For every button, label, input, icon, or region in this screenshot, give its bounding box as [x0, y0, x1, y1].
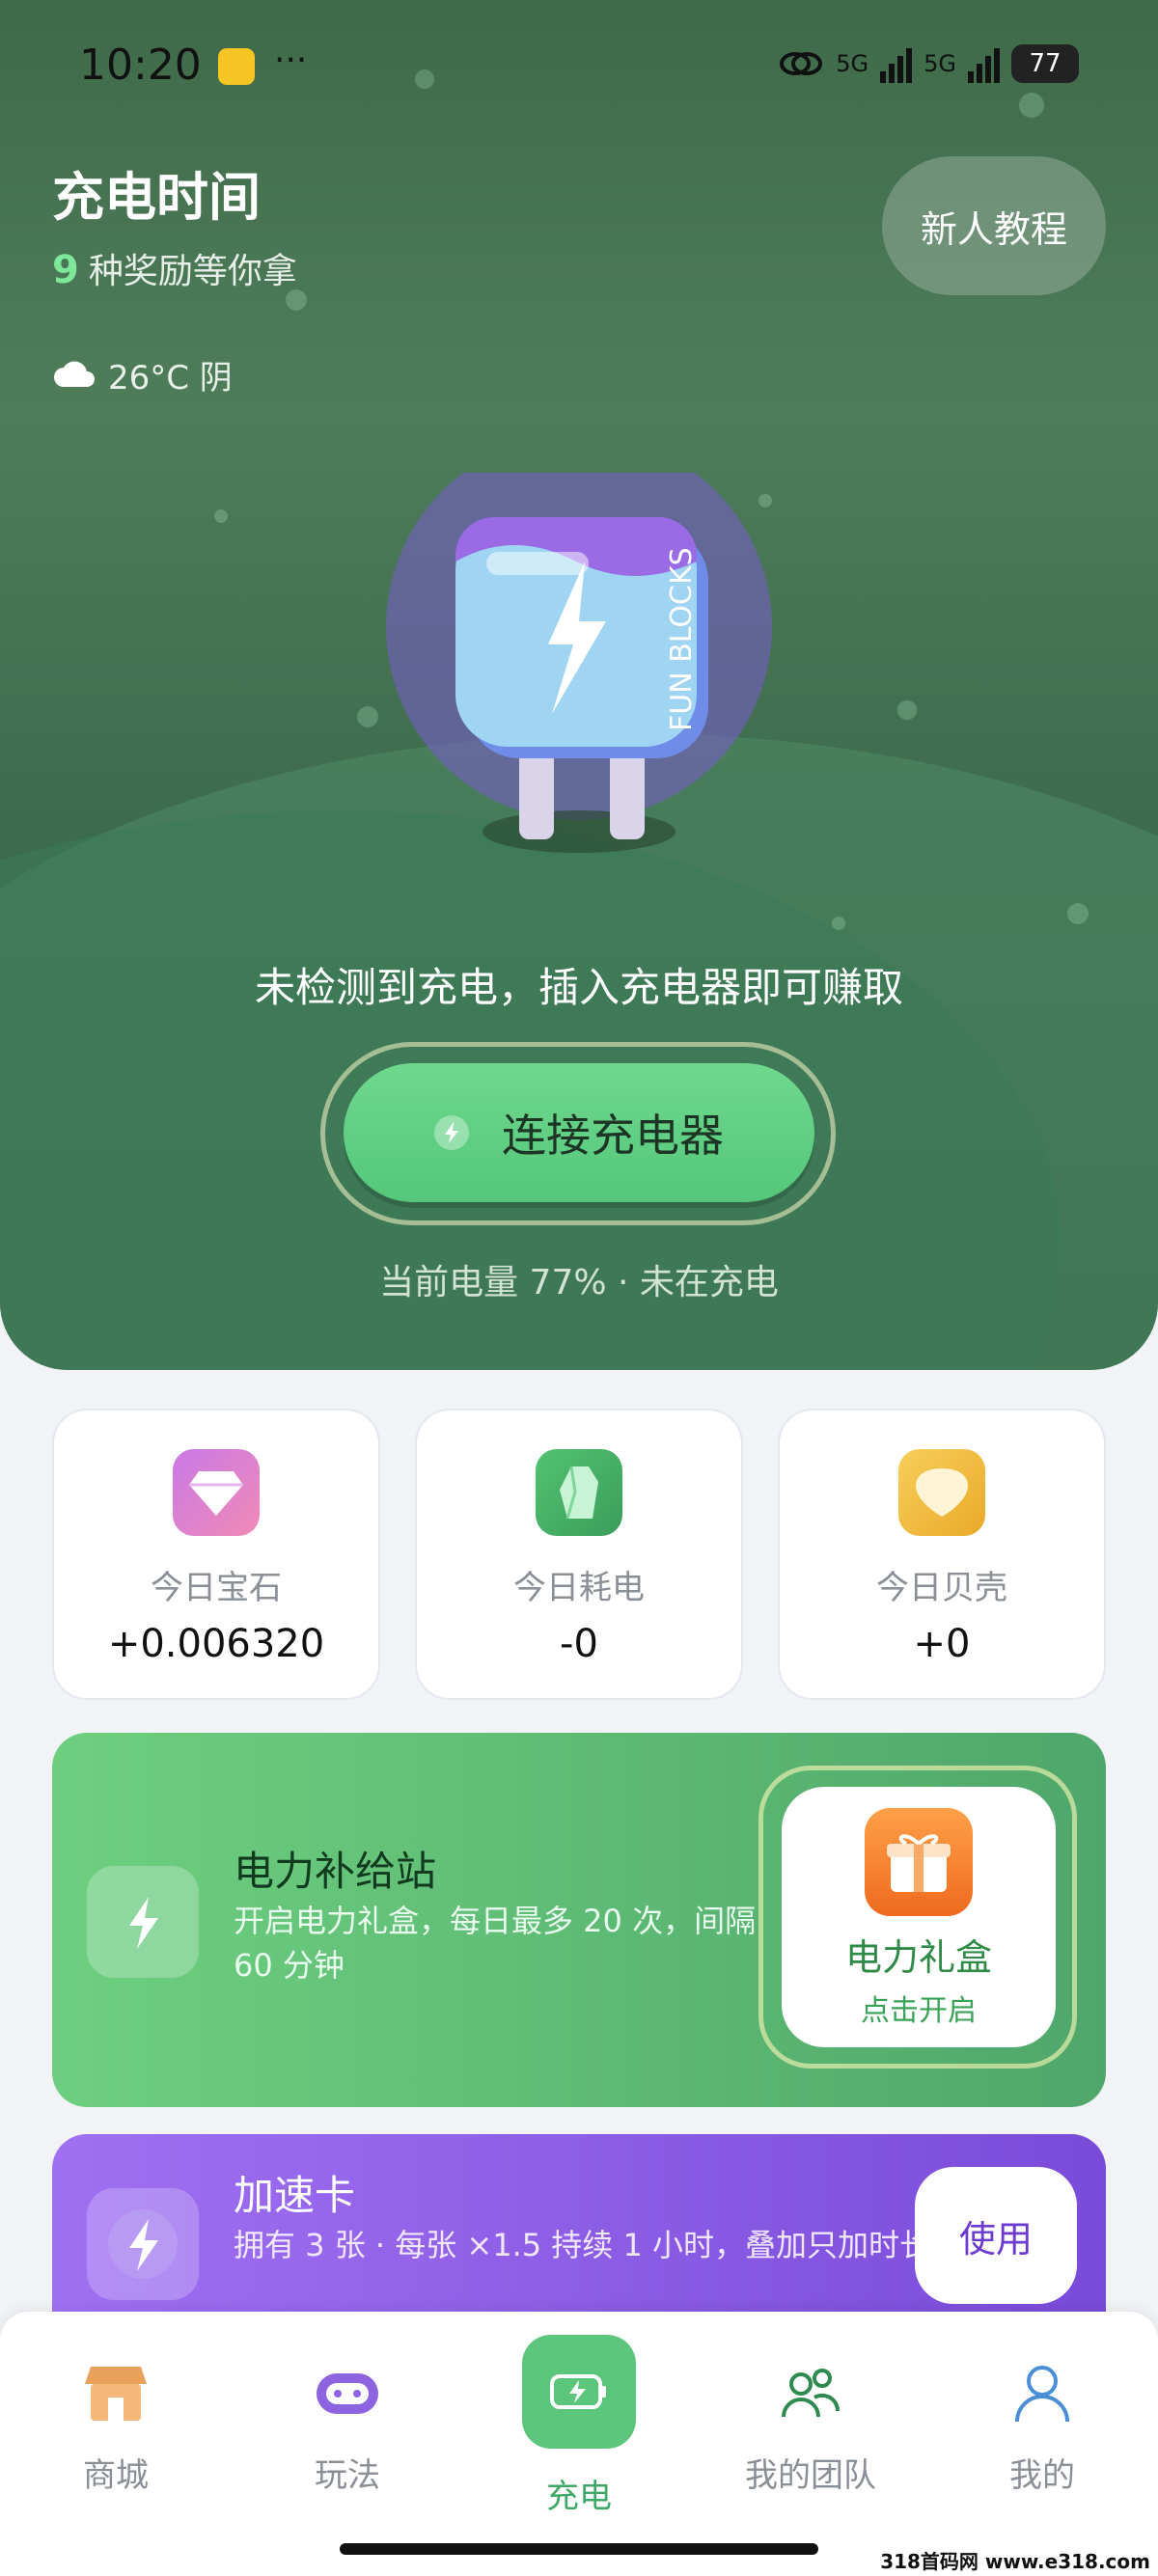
bottom-tab-bar: 商城 玩法 充电 我的团队 我的	[0, 2312, 1158, 2576]
reward-text: 种奖励等你拿	[88, 252, 297, 291]
tab-label: 充电	[546, 2478, 612, 2516]
reward-subtitle: 9 种奖励等你拿	[52, 243, 297, 293]
power-station-title: 电力补给站	[234, 1848, 437, 1895]
battery-charge-icon	[522, 2335, 636, 2449]
gift-box-button[interactable]: 电力礼盒 点击开启	[782, 1787, 1056, 2047]
gem-icon	[173, 1449, 260, 1536]
bubble	[357, 706, 378, 727]
gift-icon	[865, 1808, 973, 1916]
bubble	[214, 509, 228, 523]
bubble	[832, 917, 845, 930]
gift-box-title: 电力礼盒	[844, 1936, 992, 1979]
store-icon	[82, 2360, 150, 2427]
network-type-2: 5G	[924, 50, 956, 77]
speed-card: 加速卡 拥有 3 张 · 每张 ×1.5 持续 1 小时，叠加只加时长 使用	[52, 2134, 1106, 2337]
power-status: 当前电量 77% · 未在充电	[379, 1263, 779, 1302]
charging-message: 未检测到充电，插入充电器即可赚取	[254, 964, 903, 1011]
tab-mine[interactable]: 我的	[926, 2360, 1158, 2496]
speed-card-description: 拥有 3 张 · 每张 ×1.5 持续 1 小时，叠加只加时长	[234, 2227, 930, 2263]
use-speed-card-button[interactable]: 使用	[915, 2167, 1077, 2304]
power-station-card: 电力补给站 开启电力礼盒，每日最多 20 次，间隔 60 分钟 电力礼盒 点击开…	[52, 1733, 1106, 2107]
reward-count: 9	[52, 248, 79, 292]
notification-app-icon	[218, 48, 255, 85]
tab-store[interactable]: 商城	[0, 2360, 232, 2496]
status-time: 10:20	[79, 41, 202, 90]
gamepad-icon	[314, 2360, 381, 2427]
signal-icon	[968, 44, 1000, 83]
bubble	[1067, 903, 1089, 924]
speed-bolt-icon	[87, 2188, 199, 2300]
today-stats: 今日宝石 +0.006320 今日耗电 -0 今日贝壳 +0	[52, 1409, 1106, 1700]
stat-power-used: 今日耗电 -0	[415, 1409, 743, 1700]
stat-label: 今日耗电	[513, 1569, 645, 1607]
power-station-description: 开启电力礼盒，每日最多 20 次，间隔 60 分钟	[234, 1903, 757, 1984]
tab-my-team[interactable]: 我的团队	[695, 2360, 926, 2496]
link-icon	[780, 52, 823, 75]
battery-indicator: 77	[1011, 44, 1079, 83]
weather: 26°C 阴	[52, 351, 233, 398]
home-indicator[interactable]	[340, 2543, 818, 2555]
status-bar: 10:20 ··· 5G 5G 77	[0, 41, 1158, 98]
bolt-icon	[434, 1115, 469, 1150]
page-title: 充电时间	[52, 167, 261, 228]
stat-value: +0.006320	[107, 1622, 325, 1666]
connect-charger-label: 连接充电器	[502, 1110, 724, 1162]
tab-label: 我的	[1009, 2456, 1075, 2495]
tab-charge[interactable]: 充电	[463, 2335, 695, 2517]
stat-label: 今日贝壳	[876, 1569, 1007, 1607]
tab-label: 玩法	[315, 2456, 380, 2495]
stat-gems: 今日宝石 +0.006320	[52, 1409, 380, 1700]
lightning-icon	[87, 1866, 199, 1978]
network-type-1: 5G	[836, 50, 869, 77]
tutorial-button[interactable]: 新人教程	[882, 156, 1106, 295]
status-right: 5G 5G 77	[778, 44, 1079, 83]
connect-charger-button[interactable]: 连接充电器	[344, 1063, 814, 1202]
stat-value: -0	[560, 1622, 598, 1666]
crystal-icon	[536, 1449, 622, 1536]
shell-icon	[898, 1449, 985, 1536]
speed-card-title: 加速卡	[234, 2172, 356, 2219]
stat-label: 今日宝石	[151, 1569, 282, 1607]
tab-label: 商城	[83, 2456, 149, 2495]
more-notifications-icon: ···	[274, 41, 308, 80]
team-icon	[777, 2360, 844, 2427]
user-icon	[1008, 2360, 1076, 2427]
mascot-label: FUN BLOCKS	[665, 547, 699, 731]
weather-text: 26°C 阴	[108, 359, 233, 397]
signal-icon	[880, 44, 913, 83]
stat-value: +0	[913, 1622, 971, 1666]
watermark: 318首码网 www.e318.com	[880, 2550, 1150, 2573]
charger-mascot: FUN BLOCKS	[386, 473, 772, 853]
stat-shells: 今日贝壳 +0	[778, 1409, 1106, 1700]
tab-label: 我的团队	[745, 2456, 876, 2495]
gift-box-action: 点击开启	[861, 1994, 977, 2028]
cloud-icon	[54, 361, 95, 387]
tab-gameplay[interactable]: 玩法	[232, 2360, 463, 2496]
bubble	[897, 700, 917, 720]
